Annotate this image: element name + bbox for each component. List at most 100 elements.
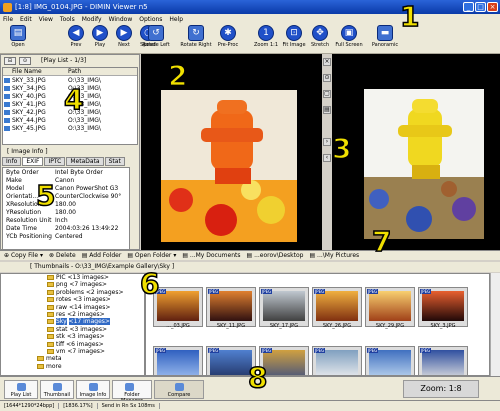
menu-tools[interactable]: Tools: [60, 16, 75, 23]
tree-item[interactable]: problems <2 images>: [1, 289, 144, 296]
delete-button[interactable]: ⊗ Delete: [49, 252, 76, 259]
thumbnail-scrollbar[interactable]: [490, 273, 500, 376]
tree-item[interactable]: raw <14 images>: [1, 304, 144, 311]
zoom-indicator: Zoom: 1:8: [403, 380, 479, 398]
side-next-button[interactable]: ›: [323, 138, 331, 146]
thumbnail[interactable]: JPEG: [418, 346, 468, 375]
side-prev-button[interactable]: ‹: [323, 154, 331, 162]
folder-icon: [37, 363, 44, 369]
tab-image-info[interactable]: Image Info: [76, 380, 110, 399]
status-bar: [1644*1290*24bpp] [1836.17%] Send in Rn …: [0, 400, 500, 411]
close-button[interactable]: ×: [487, 2, 498, 12]
next-icon: ▶: [116, 25, 132, 41]
thumbnail[interactable]: JPEG: [312, 346, 362, 375]
playlist-menu-button[interactable]: ⊟: [4, 57, 16, 65]
menu-file[interactable]: File: [3, 16, 13, 23]
thumbnail[interactable]: JPEG ..._03.JPG: [153, 287, 203, 329]
tab-iptc[interactable]: IPTC: [44, 157, 66, 166]
tab-compare[interactable]: Compare: [154, 380, 204, 399]
toolbar: ▤Open ◀Prev ▶Play ▶Next ◔Speed ↺Rotate L…: [0, 24, 500, 54]
exif-row: Resolution Unit Inch: [6, 216, 68, 224]
menu-bar: File Edit View Tools Modify Window Optio…: [0, 14, 500, 24]
menu-options[interactable]: Options: [139, 16, 162, 23]
folder-icon: [47, 341, 54, 347]
thumbnail[interactable]: JPEG: [365, 346, 415, 375]
tab-exif[interactable]: EXIF: [22, 157, 44, 166]
prev-icon: ◀: [68, 25, 84, 41]
callout-number: 4: [63, 83, 84, 116]
menu-view[interactable]: View: [39, 16, 53, 23]
exif-row: Model Canon PowerShot G3: [6, 184, 119, 192]
open-button[interactable]: ▤ Open: [2, 25, 34, 48]
tab-stat[interactable]: Stat: [104, 157, 125, 166]
thumbnail[interactable]: JPEG SKY_29.JPG: [365, 287, 415, 329]
tree-item[interactable]: stk <3 images>: [1, 333, 144, 340]
action-bar: ⊕ Copy File ▾ ⊗ Delete ▤ Add Folder ▤ Op…: [0, 250, 500, 260]
tab-play-list[interactable]: Play List: [4, 380, 38, 399]
tree-item[interactable]: vm <7 images>: [1, 348, 144, 355]
add-folder-button[interactable]: ▤ Add Folder: [82, 252, 122, 259]
folder-icon: [47, 304, 54, 310]
column-file-name[interactable]: File Name: [3, 68, 68, 75]
jpeg-badge: JPEG: [261, 289, 273, 294]
thumbnail[interactable]: JPEG SKY_26.JPG: [312, 287, 362, 329]
column-path[interactable]: Path: [68, 68, 81, 75]
thumbnail[interactable]: JPEG: [153, 346, 203, 375]
playlist-header: [Play List - 1/3]: [41, 57, 87, 64]
shortcut-my-pictures[interactable]: ▤ ...\My Pictures: [309, 252, 359, 259]
folder-icon: [47, 289, 54, 295]
tab-metadata[interactable]: MetaData: [66, 157, 104, 166]
tree-item[interactable]: tiff <6 images>: [1, 341, 144, 348]
open-folder-button[interactable]: ▤ Open Folder ▾: [127, 252, 176, 259]
playlist-options-button[interactable]: ⊙: [19, 57, 31, 65]
jpeg-badge: JPEG: [420, 348, 432, 353]
jpeg-badge: JPEG: [314, 348, 326, 353]
rotate-right-button[interactable]: ↻ Rotate Right: [176, 25, 216, 48]
tab-info[interactable]: Info: [2, 157, 22, 166]
tree-item[interactable]: res <2 images>: [1, 311, 144, 318]
side-button-2[interactable]: ⊙: [323, 74, 331, 82]
tree-item[interactable]: stat <3 images>: [1, 326, 144, 333]
playlist-row[interactable]: SKY_45.JPG O:\33_IMG\: [3, 124, 137, 132]
play-icon: ▶: [92, 25, 108, 41]
tree-item[interactable]: meta: [1, 355, 144, 362]
copy-file-button[interactable]: ⊕ Copy File ▾: [4, 252, 43, 259]
exif-row: YResolution 180.00: [6, 208, 76, 216]
tree-item[interactable]: rotes <3 images>: [1, 296, 144, 303]
tab-folder-manager[interactable]: Folder Manager: [112, 380, 152, 404]
menu-modify[interactable]: Modify: [82, 16, 102, 23]
jpeg-badge: JPEG: [208, 348, 220, 353]
minimize-button[interactable]: _: [463, 2, 474, 12]
image-viewer[interactable]: × ⊙ ▢ ▤ › ‹: [141, 54, 500, 250]
tree-item[interactable]: png <7 images>: [1, 281, 144, 288]
folder-icon: [47, 319, 54, 325]
image-pane-right[interactable]: [364, 89, 484, 239]
image-file-icon: [4, 77, 10, 83]
thumbnail[interactable]: JPEG SKY_17.JPG: [259, 287, 309, 329]
jpeg-badge: JPEG: [367, 289, 379, 294]
side-button-4[interactable]: ▤: [323, 106, 331, 114]
full-screen-button[interactable]: ▣ Full Screen: [330, 25, 368, 48]
callout-number: 5: [35, 179, 56, 212]
side-button-3[interactable]: ▢: [323, 90, 331, 98]
maximize-button[interactable]: □: [475, 2, 486, 12]
menu-window[interactable]: Window: [109, 16, 133, 23]
tab-thumbnail[interactable]: Thumbnail: [40, 380, 74, 399]
thumbnail[interactable]: JPEG SKY_3.JPG: [418, 287, 468, 329]
tree-item-selected[interactable]: Sky <17 images>: [1, 318, 144, 326]
thumbnail[interactable]: JPEG SKY_11.JPG: [206, 287, 256, 329]
tree-item[interactable]: more: [1, 363, 144, 370]
compare-icon: [175, 383, 184, 391]
exif-row: Make Canon: [6, 176, 75, 184]
shortcut-desktop[interactable]: ▤ ...eorov\Desktop: [246, 252, 303, 259]
image-pane-left[interactable]: [161, 90, 297, 242]
menu-edit[interactable]: Edit: [20, 16, 32, 23]
shortcut-my-documents[interactable]: ▤ ...My Documents: [182, 252, 240, 259]
tree-item[interactable]: PIC <13 images>: [1, 274, 144, 281]
playlist-row[interactable]: SKY_44.JPG O:\33_IMG\: [3, 116, 137, 124]
pre-proc-button[interactable]: ✱ Pre-Proc: [212, 25, 244, 48]
panoramic-button[interactable]: ▬ Panoramic: [366, 25, 404, 48]
side-button-1[interactable]: ×: [323, 58, 331, 66]
rotate-left-button[interactable]: ↺ Rotate Left: [138, 25, 174, 48]
menu-help[interactable]: Help: [169, 16, 183, 23]
